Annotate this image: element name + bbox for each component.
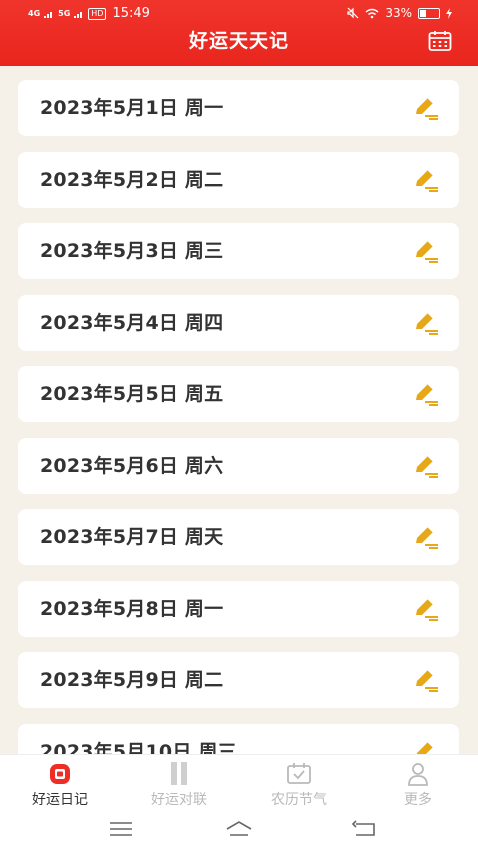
diary-entry-card[interactable]: 2023年5月8日 周一: [18, 580, 459, 637]
entry-date: 2023年5月5日 周五: [40, 383, 224, 405]
system-nav-bar: [0, 810, 478, 850]
edit-pencil-icon[interactable]: [411, 453, 439, 479]
status-right: 33%: [347, 6, 452, 20]
status-bar: 4G 5G HD 15:49 33%: [0, 0, 478, 28]
entry-date: 2023年5月3日 周三: [40, 240, 224, 262]
entry-date: 2023年5月1日 周一: [40, 97, 224, 119]
edit-pencil-icon[interactable]: [411, 667, 439, 693]
battery-icon: [418, 7, 440, 19]
nav-item-lunar[interactable]: 农历节气: [239, 761, 359, 809]
entry-date: 2023年5月2日 周二: [40, 168, 224, 191]
home-icon[interactable]: [224, 818, 254, 840]
nav-item-more[interactable]: 更多: [358, 761, 478, 809]
menu-icon[interactable]: [106, 818, 136, 840]
status-left: 4G 5G HD 15:49: [28, 6, 150, 21]
entry-date: 2023年5月10日 周三: [40, 740, 237, 755]
diary-entry-card[interactable]: 2023年5月1日 周一: [18, 80, 459, 136]
more-user-icon: [408, 763, 428, 786]
back-icon[interactable]: [350, 818, 380, 840]
nav-item-diary[interactable]: 好运日记: [0, 761, 120, 809]
hd-badge: HD: [88, 7, 107, 20]
edit-pencil-icon[interactable]: [411, 524, 439, 550]
diary-entry-card[interactable]: 2023年5月9日 周二: [18, 652, 459, 708]
edit-pencil-icon[interactable]: [411, 739, 439, 754]
edit-pencil-icon[interactable]: [411, 95, 439, 121]
signal-4g-icon: 4G: [28, 8, 41, 18]
entry-date: 2023年5月7日 周天: [40, 526, 224, 548]
mute-icon: [347, 7, 359, 19]
diary-entry-card[interactable]: 2023年5月10日 周三: [18, 723, 459, 755]
calendar-icon[interactable]: [428, 30, 452, 52]
diary-entry-card[interactable]: 2023年5月3日 周三: [18, 223, 459, 279]
diary-icon: [50, 764, 70, 784]
signal-bars-icon: [74, 11, 83, 18]
battery-percent: 33%: [385, 6, 412, 20]
nav-label-diary: 好运日记: [32, 792, 88, 808]
diary-entry-card[interactable]: 2023年5月6日 周六: [18, 437, 459, 494]
entry-date: 2023年5月4日 周四: [40, 311, 224, 334]
charging-icon: [446, 7, 452, 19]
bottom-nav: 好运日记 好运对联 农历节气 更多: [0, 754, 478, 810]
entry-date: 2023年5月8日 周一: [40, 597, 224, 620]
nav-label-more: 更多: [404, 792, 432, 808]
status-time: 15:49: [112, 6, 150, 21]
diary-entry-card[interactable]: 2023年5月7日 周天: [18, 509, 459, 565]
signal-5g-icon: 5G: [58, 8, 71, 18]
diary-entry-card[interactable]: 2023年5月4日 周四: [18, 294, 459, 351]
edit-pencil-icon[interactable]: [411, 596, 439, 622]
edit-pencil-icon[interactable]: [411, 381, 439, 407]
edit-pencil-icon[interactable]: [411, 238, 439, 264]
nav-item-couplet[interactable]: 好运对联: [119, 761, 239, 809]
edit-pencil-icon[interactable]: [411, 310, 439, 336]
nav-label-lunar: 农历节气: [271, 792, 327, 808]
entry-date: 2023年5月9日 周二: [40, 669, 224, 691]
entry-date: 2023年5月6日 周六: [40, 454, 224, 477]
diary-entry-list[interactable]: 2023年5月1日 周一 2023年5月2日 周二 2023年5月3日 周三 2023…: [0, 66, 478, 754]
page-title: 好运天天记: [188, 30, 289, 52]
signal-bars-icon: [44, 11, 53, 18]
wifi-icon: [365, 8, 379, 18]
diary-entry-card[interactable]: 2023年5月5日 周五: [18, 366, 459, 422]
lunar-calendar-icon: [287, 763, 311, 784]
app-header: 4G 5G HD 15:49 33% 好运天天记: [0, 0, 478, 66]
edit-pencil-icon[interactable]: [411, 167, 439, 193]
couplet-icon: [171, 762, 187, 785]
nav-label-couplet: 好运对联: [151, 792, 207, 808]
diary-entry-card[interactable]: 2023年5月2日 周二: [18, 151, 459, 208]
